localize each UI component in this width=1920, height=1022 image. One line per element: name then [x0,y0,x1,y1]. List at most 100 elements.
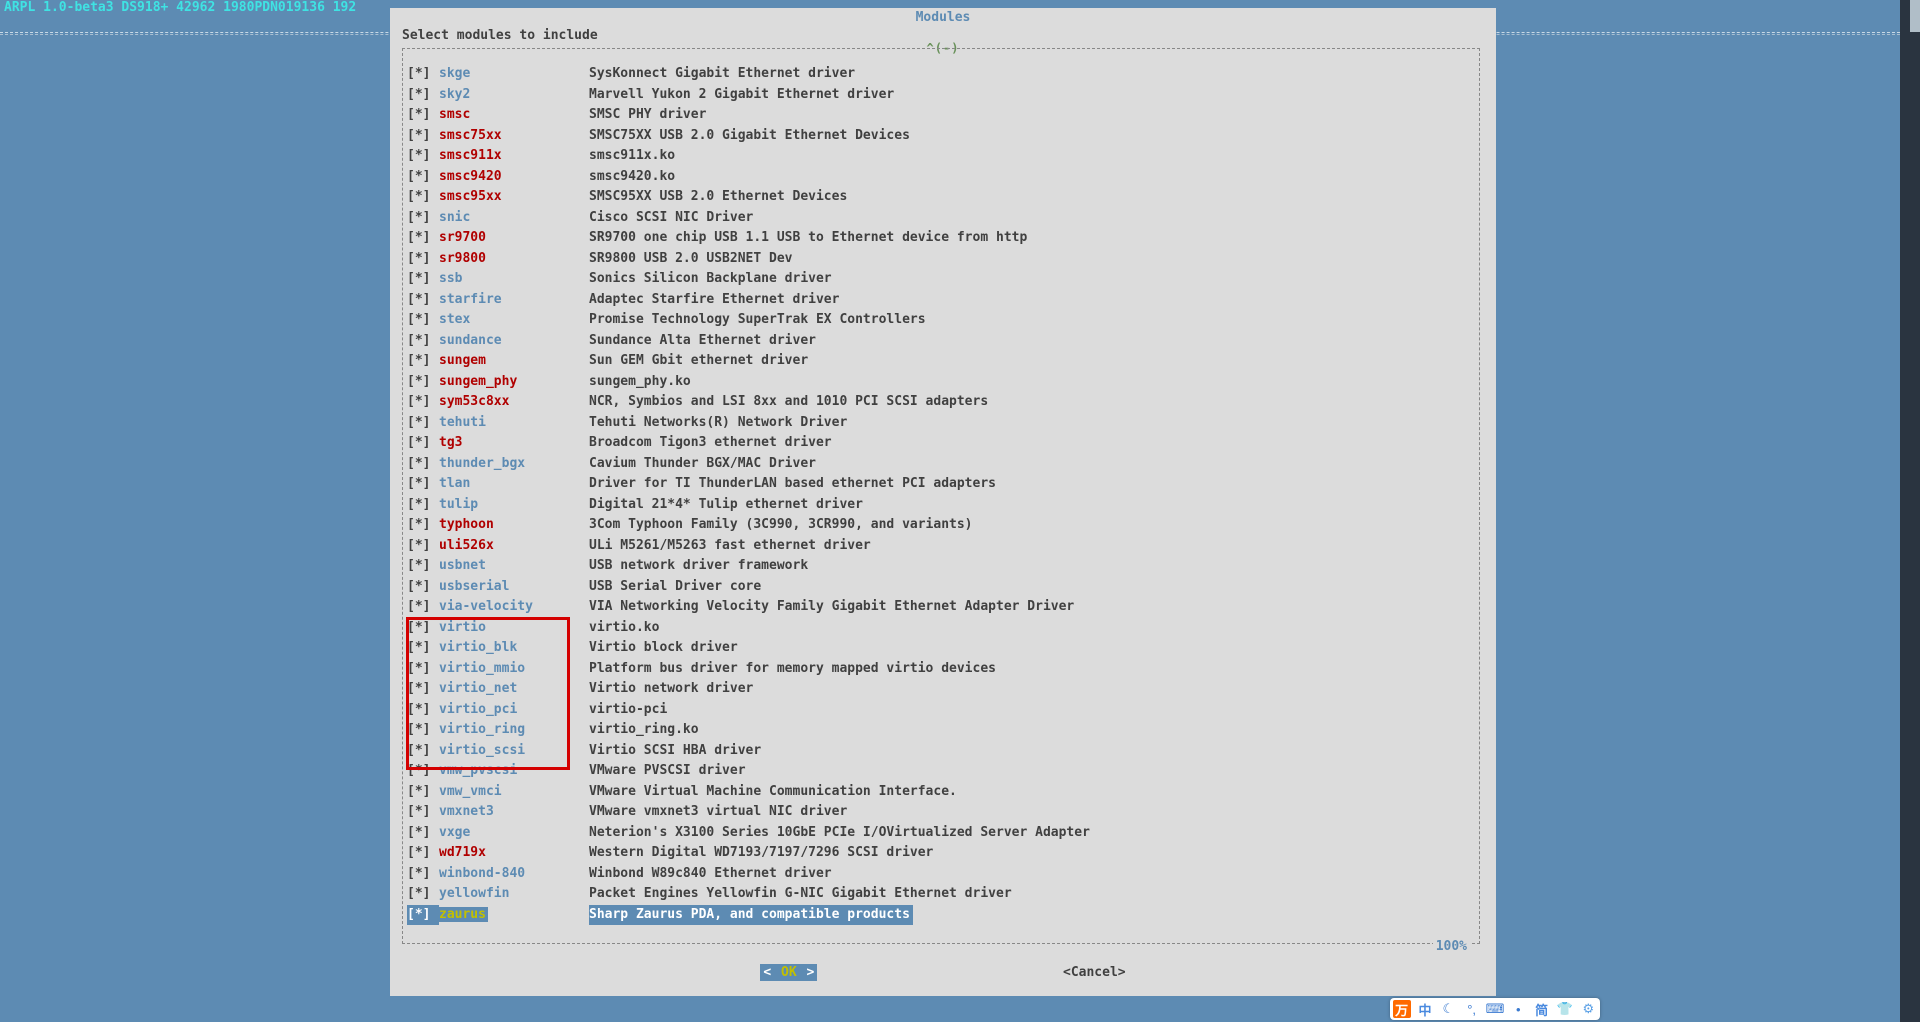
module-name: wd719x [439,843,589,864]
checkbox[interactable]: [*] [407,167,439,188]
checkbox[interactable]: [*] [407,618,439,639]
module-row-virtio_scsi[interactable]: [*] virtio_scsiVirtio SCSI HBA driver [407,741,1474,762]
scroll-thumb[interactable] [1910,0,1920,32]
checkbox[interactable]: [*] [407,392,439,413]
checkbox[interactable]: [*] [407,843,439,864]
checkbox[interactable]: [*] [407,495,439,516]
module-row-virtio_blk[interactable]: [*] virtio_blkVirtio block driver [407,638,1474,659]
checkbox[interactable]: [*] [407,782,439,803]
keyboard-icon[interactable]: ⌨ [1486,1000,1504,1018]
ok-button[interactable]: < OK > [760,964,817,981]
module-row-smsc911x[interactable]: [*] smsc911xsmsc911x.ko [407,146,1474,167]
checkbox[interactable]: [*] [407,413,439,434]
skin-icon[interactable]: 👕 [1556,1000,1574,1018]
checkbox[interactable]: [*] [407,228,439,249]
scroll-percent: 100% [1433,939,1470,954]
module-row-virtio_pci[interactable]: [*] virtio_pcivirtio-pci [407,700,1474,721]
module-row-vmw_vmci[interactable]: [*] vmw_vmciVMware Virtual Machine Commu… [407,782,1474,803]
checkbox[interactable]: [*] [407,351,439,372]
module-row-sungem_phy[interactable]: [*] sungem_physungem_phy.ko [407,372,1474,393]
checkbox[interactable]: [*] [407,64,439,85]
module-row-sr9700[interactable]: [*] sr9700SR9700 one chip USB 1.1 USB to… [407,228,1474,249]
checkbox[interactable]: [*] [407,454,439,475]
checkbox[interactable]: [*] [407,700,439,721]
module-row-tlan[interactable]: [*] tlanDriver for TI ThunderLAN based e… [407,474,1474,495]
module-row-uli526x[interactable]: [*] uli526xULi M5261/M5263 fast ethernet… [407,536,1474,557]
module-row-sr9800[interactable]: [*] sr9800SR9800 USB 2.0 USB2NET Dev [407,249,1474,270]
module-row-vmw_pvscsi[interactable]: [*] vmw_pvscsiVMware PVSCSI driver [407,761,1474,782]
module-row-sundance[interactable]: [*] sundanceSundance Alta Ethernet drive… [407,331,1474,352]
module-row-virtio[interactable]: [*] virtiovirtio.ko [407,618,1474,639]
module-row-via-velocity[interactable]: [*] via-velocityVIA Networking Velocity … [407,597,1474,618]
module-row-wd719x[interactable]: [*] wd719xWestern Digital WD7193/7197/72… [407,843,1474,864]
module-row-skge[interactable]: [*] skgeSysKonnect Gigabit Ethernet driv… [407,64,1474,85]
module-row-smsc9420[interactable]: [*] smsc9420smsc9420.ko [407,167,1474,188]
module-row-virtio_ring[interactable]: [*] virtio_ringvirtio_ring.ko [407,720,1474,741]
checkbox[interactable]: [*] [407,85,439,106]
module-list[interactable]: [*] skgeSysKonnect Gigabit Ethernet driv… [407,64,1474,936]
checkbox[interactable]: [*] [407,474,439,495]
checkbox[interactable]: [*] [407,187,439,208]
module-row-sym53c8xx[interactable]: [*] sym53c8xxNCR, Symbios and LSI 8xx an… [407,392,1474,413]
module-row-tg3[interactable]: [*] tg3Broadcom Tigon3 ethernet driver [407,433,1474,454]
checkbox[interactable]: [*] [407,105,439,126]
ime-logo-icon[interactable]: 万 [1393,1000,1411,1018]
module-row-snic[interactable]: [*] snicCisco SCSI NIC Driver [407,208,1474,229]
checkbox[interactable]: [*] [407,638,439,659]
module-row-usbserial[interactable]: [*] usbserialUSB Serial Driver core [407,577,1474,598]
cancel-button[interactable]: <Cancel> [1063,965,1126,980]
checkbox[interactable]: [*] [407,269,439,290]
simp-icon[interactable]: 简 [1533,1000,1551,1018]
punct-icon[interactable]: °, [1463,1000,1481,1018]
module-row-zaurus[interactable]: [*] zaurusSharp Zaurus PDA, and compatib… [407,905,1474,926]
ime-lang-icon[interactable]: 中 [1416,1000,1434,1018]
checkbox[interactable]: [*] [407,146,439,167]
checkbox[interactable]: [*] [407,433,439,454]
module-row-vxge[interactable]: [*] vxgeNeterion's X3100 Series 10GbE PC… [407,823,1474,844]
module-row-sungem[interactable]: [*] sungemSun GEM Gbit ethernet driver [407,351,1474,372]
module-row-smsc75xx[interactable]: [*] smsc75xxSMSC75XX USB 2.0 Gigabit Eth… [407,126,1474,147]
module-row-typhoon[interactable]: [*] typhoon3Com Typhoon Family (3C990, 3… [407,515,1474,536]
checkbox[interactable]: [*] [407,536,439,557]
module-row-tehuti[interactable]: [*] tehutiTehuti Networks(R) Network Dri… [407,413,1474,434]
module-row-virtio_net[interactable]: [*] virtio_netVirtio network driver [407,679,1474,700]
module-row-smsc95xx[interactable]: [*] smsc95xxSMSC95XX USB 2.0 Ethernet De… [407,187,1474,208]
gear-icon[interactable]: ⚙ [1579,1000,1597,1018]
ime-toolbar[interactable]: 万 中 ☾ °, ⌨ • 简 👕 ⚙ [1390,998,1600,1020]
checkbox[interactable]: [*] [407,864,439,885]
module-row-virtio_mmio[interactable]: [*] virtio_mmioPlatform bus driver for m… [407,659,1474,680]
checkbox[interactable]: [*] [407,290,439,311]
module-row-thunder_bgx[interactable]: [*] thunder_bgxCavium Thunder BGX/MAC Dr… [407,454,1474,475]
module-row-ssb[interactable]: [*] ssbSonics Silicon Backplane driver [407,269,1474,290]
module-row-yellowfin[interactable]: [*] yellowfinPacket Engines Yellowfin G-… [407,884,1474,905]
checkbox[interactable]: [*] [407,310,439,331]
module-row-winbond-840[interactable]: [*] winbond-840Winbond W89c840 Ethernet … [407,864,1474,885]
module-row-tulip[interactable]: [*] tulipDigital 21*4* Tulip ethernet dr… [407,495,1474,516]
checkbox[interactable]: [*] [407,884,439,905]
module-row-usbnet[interactable]: [*] usbnetUSB network driver framework [407,556,1474,577]
checkbox[interactable]: [*] [407,515,439,536]
checkbox[interactable]: [*] [407,372,439,393]
checkbox[interactable]: [*] [407,597,439,618]
checkbox[interactable]: [*] [407,905,439,926]
checkbox[interactable]: [*] [407,249,439,270]
module-row-smsc[interactable]: [*] smscSMSC PHY driver [407,105,1474,126]
checkbox[interactable]: [*] [407,761,439,782]
checkbox[interactable]: [*] [407,802,439,823]
person-icon[interactable]: • [1509,1000,1527,1018]
checkbox[interactable]: [*] [407,659,439,680]
checkbox[interactable]: [*] [407,577,439,598]
checkbox[interactable]: [*] [407,741,439,762]
checkbox[interactable]: [*] [407,208,439,229]
module-row-sky2[interactable]: [*] sky2Marvell Yukon 2 Gigabit Ethernet… [407,85,1474,106]
module-row-stex[interactable]: [*] stexPromise Technology SuperTrak EX … [407,310,1474,331]
module-row-starfire[interactable]: [*] starfireAdaptec Starfire Ethernet dr… [407,290,1474,311]
checkbox[interactable]: [*] [407,331,439,352]
checkbox[interactable]: [*] [407,823,439,844]
module-row-vmxnet3[interactable]: [*] vmxnet3VMware vmxnet3 virtual NIC dr… [407,802,1474,823]
checkbox[interactable]: [*] [407,556,439,577]
moon-icon[interactable]: ☾ [1439,1000,1457,1018]
checkbox[interactable]: [*] [407,720,439,741]
checkbox[interactable]: [*] [407,679,439,700]
checkbox[interactable]: [*] [407,126,439,147]
